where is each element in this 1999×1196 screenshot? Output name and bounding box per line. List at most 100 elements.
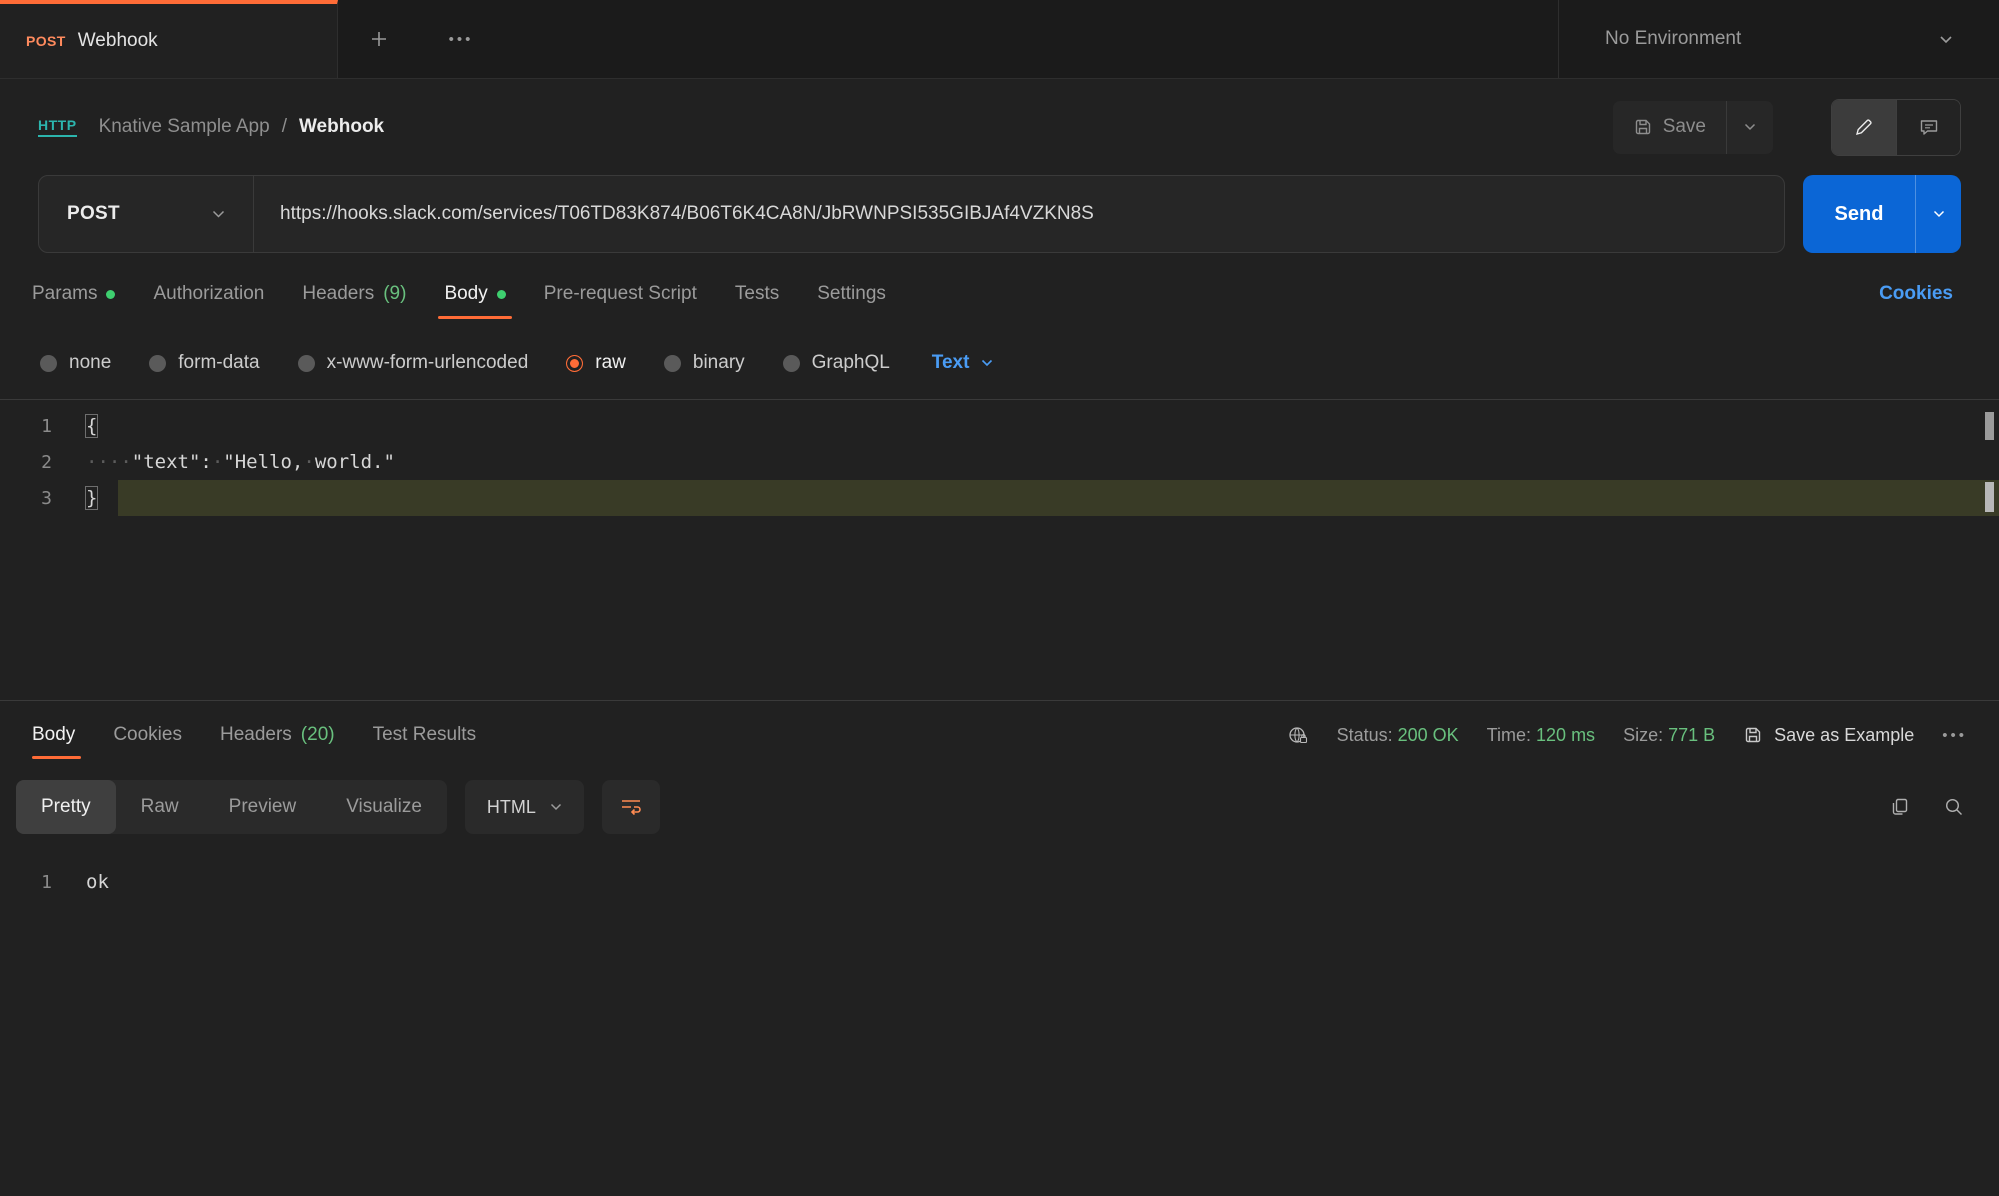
request-tab-tests[interactable]: Tests [716, 261, 798, 327]
tab-method-badge: POST [26, 33, 66, 49]
comments-button[interactable] [1896, 100, 1960, 155]
request-tab-webhook[interactable]: POST Webhook [0, 0, 338, 78]
request-tab-label: Pre-request Script [544, 283, 697, 305]
http-method-icon: HTTP [38, 117, 77, 137]
editor-line[interactable]: 3} [0, 480, 1999, 516]
chevron-down-icon [1744, 123, 1756, 131]
view-preview[interactable]: Preview [204, 780, 322, 834]
breadcrumb-separator: / [282, 116, 287, 138]
request-tabs: Params Authorization Headers (9) Body Pre-req… [0, 261, 1999, 327]
breadcrumb-collection[interactable]: Knative Sample App [99, 116, 270, 138]
method-label: POST [67, 203, 120, 225]
send-button[interactable]: Send [1803, 175, 1915, 253]
chevron-down-icon [212, 210, 225, 218]
unsaved-dot-icon [106, 290, 115, 299]
body-type-form-data[interactable]: form-data [149, 352, 259, 374]
tab-title: Webhook [78, 30, 158, 52]
copy-response-button[interactable] [1889, 796, 1911, 818]
body-type-graphql[interactable]: GraphQL [783, 352, 890, 374]
response-body[interactable]: 1ok [0, 843, 1999, 899]
wrap-lines-icon [620, 798, 642, 816]
response-time: Time: 120 ms [1487, 725, 1595, 746]
body-type-x-www-form-urlencoded[interactable]: x-www-form-urlencoded [298, 352, 529, 374]
save-as-example-label: Save as Example [1774, 725, 1914, 746]
body-type-label: none [69, 352, 111, 374]
request-tab-pre-request-script[interactable]: Pre-request Script [525, 261, 716, 327]
search-icon [1943, 796, 1965, 818]
editor-lines: 1{2····"text":·"Hello,·world."3} [0, 408, 1999, 516]
save-as-example-button[interactable]: Save as Example [1743, 725, 1914, 746]
search-response-button[interactable] [1943, 796, 1965, 818]
chevron-down-icon [550, 803, 562, 811]
breadcrumb-request-name[interactable]: Webhook [299, 116, 384, 138]
request-tab-label: Tests [735, 283, 779, 305]
request-tab-label: Params [32, 283, 97, 305]
response-tab-label: Cookies [113, 724, 182, 746]
request-tab-params[interactable]: Params [32, 261, 134, 327]
request-tab-settings[interactable]: Settings [798, 261, 905, 327]
request-tab-body[interactable]: Body [425, 261, 524, 327]
response-view-switcher: PrettyRawPreviewVisualize [16, 780, 447, 834]
editor-line[interactable]: 2····"text":·"Hello,·world." [0, 444, 1999, 480]
save-dropdown-button[interactable] [1727, 101, 1773, 154]
response-line: 1ok [0, 865, 1999, 899]
chevron-down-icon [1939, 35, 1953, 44]
edit-description-button[interactable] [1832, 100, 1896, 155]
request-tab-headers[interactable]: Headers (9) [283, 261, 425, 327]
raw-format-selector[interactable]: Text [932, 352, 994, 374]
kebab-icon: ••• [449, 31, 474, 48]
response-tab-body[interactable]: Body [32, 703, 94, 767]
send-label: Send [1835, 203, 1884, 226]
body-type-binary[interactable]: binary [664, 352, 745, 374]
url-box: POST [38, 175, 1785, 253]
environment-selector[interactable]: No Environment [1558, 0, 1999, 78]
wrap-lines-button[interactable] [602, 780, 660, 834]
body-type-options: none form-data x-www-form-urlencoded raw bin… [0, 327, 1999, 399]
response-tool-icons [1889, 796, 1983, 818]
editor-line[interactable]: 1{ [0, 408, 1999, 444]
request-header: HTTP Knative Sample App / Webhook Save [0, 79, 1999, 175]
response-format-selector[interactable]: HTML [465, 780, 584, 834]
request-tab-label: Headers [302, 283, 374, 305]
editor-code: } [86, 487, 97, 509]
response-tabs: Body Cookies Headers(20)Test Results [32, 703, 495, 767]
send-dropdown-button[interactable] [1915, 175, 1961, 253]
url-input[interactable] [254, 203, 1784, 225]
request-tab-label: Authorization [153, 283, 264, 305]
cookies-link[interactable]: Cookies [1879, 283, 1967, 305]
scrollbar-thumb[interactable] [1985, 482, 1994, 512]
response-text: ok [86, 871, 109, 893]
tab-options-button[interactable]: ••• [420, 0, 502, 78]
method-selector[interactable]: POST [39, 176, 254, 252]
response-options-button[interactable]: ••• [1942, 727, 1967, 744]
response-tab-test-results[interactable]: Test Results [354, 703, 495, 767]
response-header: Body Cookies Headers(20)Test Results Statu… [0, 703, 1999, 767]
save-button[interactable]: Save [1613, 101, 1726, 154]
view-raw[interactable]: Raw [116, 780, 204, 834]
view-pretty[interactable]: Pretty [16, 780, 116, 834]
send-button-group: Send [1803, 175, 1961, 253]
response-size: Size: 771 B [1623, 725, 1715, 746]
line-number: 1 [0, 416, 86, 437]
tab-count: (9) [383, 283, 406, 305]
scrollbar-mark[interactable] [1985, 412, 1994, 440]
url-row: POST Send [0, 175, 1999, 253]
body-type-raw[interactable]: raw [566, 352, 626, 374]
response-tab-cookies[interactable]: Cookies [94, 703, 201, 767]
view-visualize[interactable]: Visualize [321, 780, 447, 834]
response-tab-headers[interactable]: Headers(20) [201, 703, 354, 767]
response-meta: Status: 200 OK Time: 120 ms Size: 771 B … [1287, 724, 1967, 746]
editor-code: { [86, 415, 97, 437]
body-type-none[interactable]: none [40, 352, 111, 374]
raw-format-label: Text [932, 352, 970, 374]
tab-count: (20) [301, 724, 335, 746]
save-icon [1633, 117, 1653, 137]
pencil-icon [1853, 116, 1875, 138]
network-icon[interactable] [1287, 724, 1309, 746]
radio-icon [664, 355, 681, 372]
new-tab-button[interactable] [338, 0, 420, 78]
documentation-toggle-group [1831, 99, 1961, 156]
environment-label: No Environment [1605, 28, 1939, 50]
request-tab-authorization[interactable]: Authorization [134, 261, 283, 327]
request-body-editor[interactable]: 1{2····"text":·"Hello,·world."3} [0, 399, 1999, 701]
